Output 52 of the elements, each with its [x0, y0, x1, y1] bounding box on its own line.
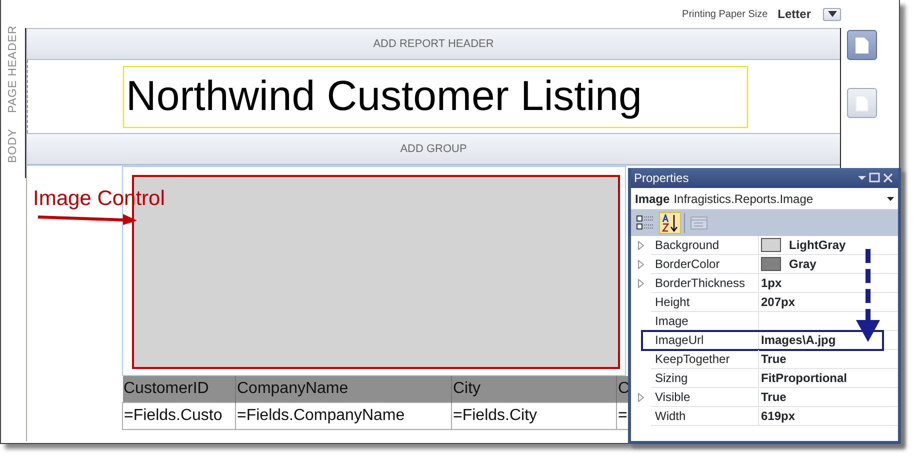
property-name[interactable]: Width — [651, 407, 759, 426]
property-value[interactable]: True — [761, 350, 786, 368]
sort-icon — [661, 214, 679, 232]
caret-icon — [887, 196, 894, 200]
expand-icon[interactable] — [638, 393, 644, 402]
expand-icon[interactable] — [638, 260, 644, 270]
expand-icon[interactable] — [638, 241, 644, 250]
property-value[interactable]: True — [761, 388, 786, 406]
toolbar-button[interactable] — [659, 212, 681, 234]
expand-icon[interactable] — [638, 279, 644, 288]
section-label: PAGE HEADER — [1, 28, 26, 113]
report-title[interactable]: Northwind Customer Listing — [123, 66, 748, 128]
property-value[interactable]: 207px — [761, 293, 796, 311]
property-value[interactable]: 1px — [761, 274, 782, 292]
property-value[interactable]: LightGray — [789, 236, 846, 254]
object-type: Image — [635, 190, 670, 208]
property-name[interactable]: BorderThickness — [651, 274, 759, 293]
property-name[interactable]: Sizing — [651, 369, 759, 388]
section-label: BODY — [1, 113, 26, 178]
property-value[interactable]: Images\A.jpg — [761, 331, 836, 349]
caret-icon — [828, 11, 836, 18]
property-name[interactable]: KeepTogether — [651, 350, 759, 369]
paper-size-label: Printing Paper Size — [682, 8, 768, 22]
property-name[interactable]: Image — [651, 312, 759, 331]
property-name[interactable]: ImageUrl — [651, 331, 759, 350]
add-report-header-band[interactable]: ADD REPORT HEADER — [27, 28, 840, 60]
panel-title: Properties — [634, 170, 690, 187]
paper-size-dropdown[interactable] — [823, 8, 841, 20]
column-header: CustomerID — [122, 376, 236, 402]
maximize-icon[interactable] — [868, 172, 882, 184]
table-cell: =Fields.CompanyName — [236, 402, 452, 430]
categorized-icon — [636, 215, 654, 231]
page-icon — [855, 94, 869, 112]
paper-size-value: Letter — [778, 6, 811, 23]
column-header: City — [452, 376, 616, 402]
property-value[interactable]: Gray — [789, 255, 816, 273]
column-header: CompanyName — [236, 376, 452, 402]
close-icon[interactable] — [882, 172, 894, 184]
page-button[interactable] — [847, 30, 877, 60]
property-value[interactable]: FitProportional — [761, 369, 847, 387]
dropdown-icon[interactable] — [856, 173, 868, 183]
property-value[interactable]: 619px — [761, 407, 796, 425]
property-name[interactable]: Visible — [651, 388, 759, 407]
property-name[interactable]: BorderColor — [651, 255, 759, 274]
table-cell: =Fields.Custo — [122, 402, 236, 430]
add-group-band[interactable]: ADD GROUP — [27, 133, 840, 165]
property-name[interactable]: Height — [651, 293, 759, 312]
property-pages-icon — [690, 216, 708, 230]
property-name[interactable]: Background — [651, 236, 759, 255]
page-icon — [855, 36, 869, 54]
object-class: Infragistics.Reports.Image — [674, 190, 814, 208]
table-cell: =Fields.City — [452, 402, 616, 430]
